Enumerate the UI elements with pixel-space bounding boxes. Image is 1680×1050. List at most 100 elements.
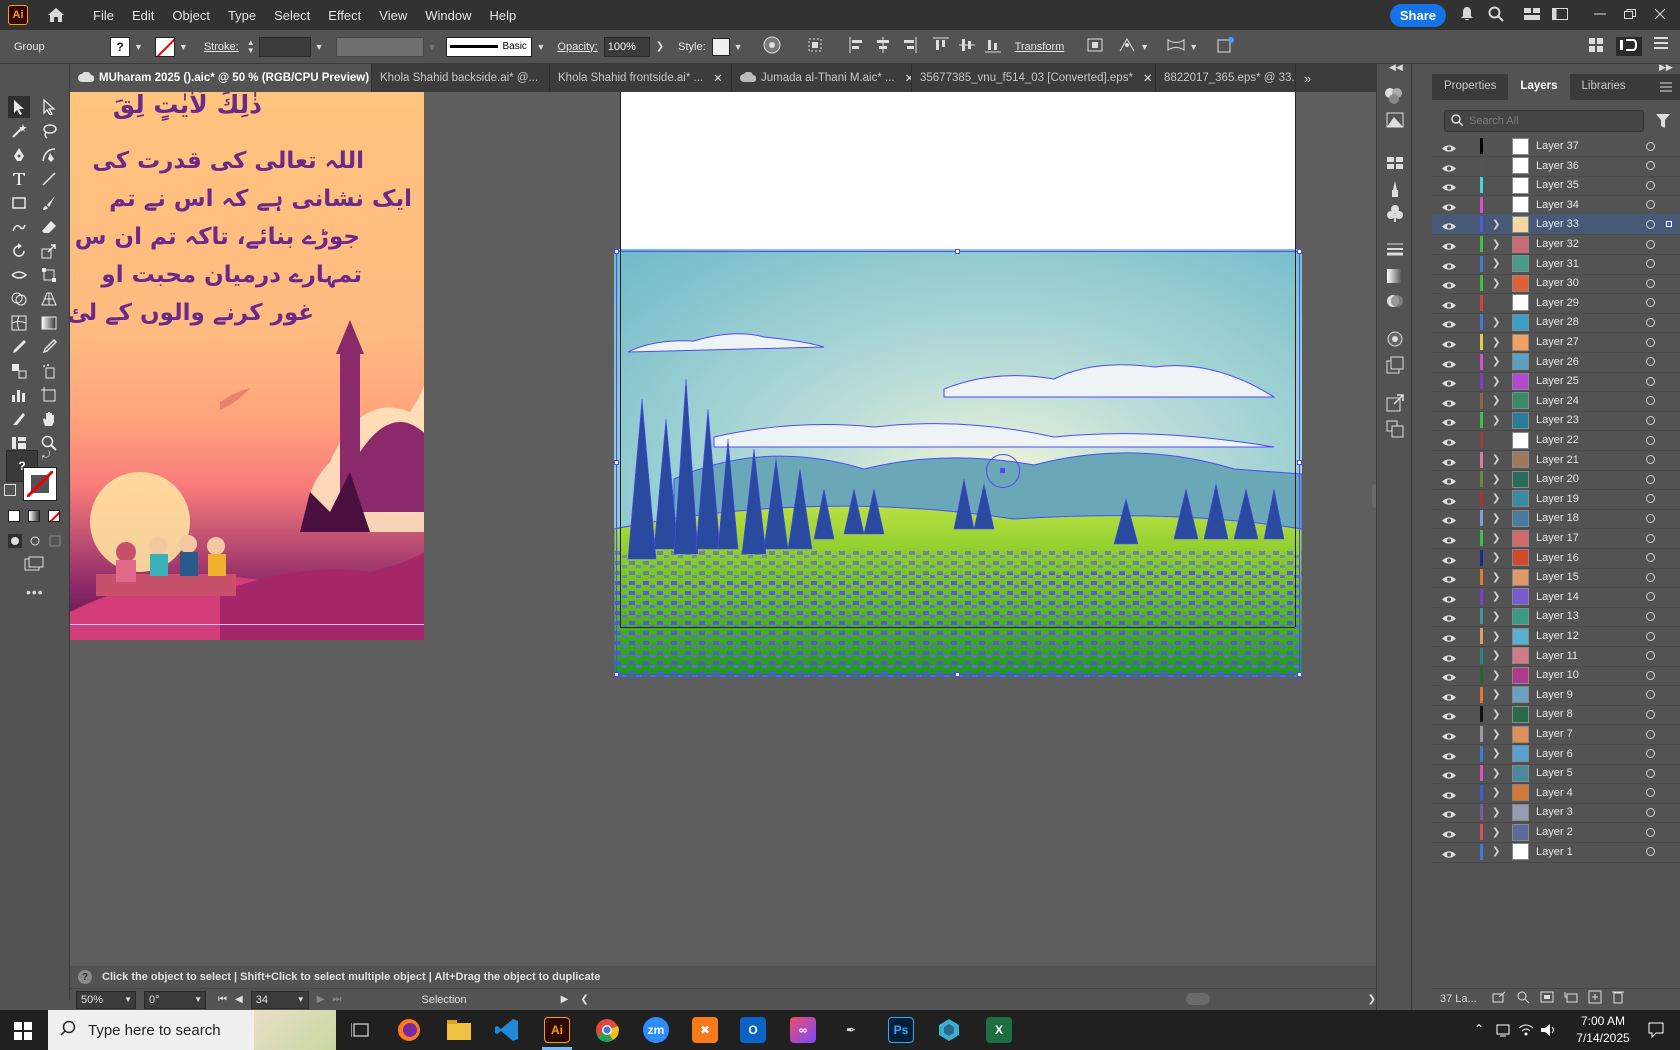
layer-name[interactable]: Layer 7 bbox=[1536, 728, 1573, 740]
visibility-eye-icon[interactable] bbox=[1442, 828, 1456, 838]
workspace-icon[interactable] bbox=[1552, 7, 1568, 23]
default-fill-stroke-icon[interactable] bbox=[4, 484, 16, 496]
context-bar-toggle-icon[interactable] bbox=[1616, 37, 1642, 56]
target-circle-icon[interactable] bbox=[1646, 768, 1655, 778]
layer-row[interactable]: ❯ Layer 6 bbox=[1432, 744, 1680, 765]
resize-handle[interactable] bbox=[955, 672, 960, 677]
expand-layer-icon[interactable]: ❯ bbox=[1492, 258, 1500, 269]
stroke-weight-input[interactable] bbox=[258, 36, 311, 57]
layer-row[interactable]: ❯ Layer 31 bbox=[1432, 254, 1680, 275]
appearance-icon[interactable] bbox=[1386, 330, 1404, 351]
menu-window[interactable]: Window bbox=[416, 8, 480, 23]
status-menu-icon[interactable]: ▶ bbox=[561, 994, 569, 1005]
align-center-icon[interactable] bbox=[875, 37, 891, 56]
align-top-icon[interactable] bbox=[932, 37, 949, 56]
visibility-eye-icon[interactable] bbox=[1442, 162, 1456, 172]
target-circle-icon[interactable] bbox=[1646, 788, 1655, 798]
expand-layer-icon[interactable]: ❯ bbox=[1492, 650, 1500, 661]
outlook-icon[interactable]: O bbox=[740, 1017, 766, 1043]
artboard-number-field[interactable]: 34 ▼ bbox=[250, 990, 309, 1009]
expand-layer-icon[interactable]: ❯ bbox=[1492, 709, 1500, 720]
visibility-eye-icon[interactable] bbox=[1442, 279, 1456, 289]
wifi-icon[interactable] bbox=[1518, 1022, 1534, 1041]
layer-row[interactable]: ❯ Layer 25 bbox=[1432, 371, 1680, 393]
restore-icon[interactable] bbox=[1624, 8, 1636, 22]
expand-layer-icon[interactable]: ❯ bbox=[1492, 395, 1500, 406]
recolor-icon[interactable] bbox=[1384, 86, 1404, 107]
expand-layer-icon[interactable]: ❯ bbox=[1492, 317, 1500, 328]
width-tool-icon[interactable] bbox=[8, 264, 30, 286]
draw-normal-icon[interactable] bbox=[8, 534, 22, 548]
swap-fill-stroke-icon[interactable]: ⤾ bbox=[42, 450, 50, 461]
lasso-tool-icon[interactable] bbox=[38, 120, 60, 142]
show-hidden-icons[interactable]: ⌃ bbox=[1474, 1022, 1484, 1036]
tab-properties[interactable]: Properties bbox=[1432, 72, 1508, 100]
target-circle-icon[interactable] bbox=[1646, 435, 1655, 445]
target-circle-icon[interactable] bbox=[1646, 455, 1655, 465]
expand-layer-icon[interactable]: ❯ bbox=[1492, 689, 1500, 700]
locate-object-icon[interactable] bbox=[1516, 990, 1530, 1007]
arrange-panels-icon[interactable] bbox=[1588, 37, 1604, 56]
measure-tool-icon[interactable] bbox=[38, 336, 60, 358]
creative-cloud-icon[interactable]: ∞ bbox=[790, 1017, 816, 1043]
layer-row[interactable]: ❯ Layer 8 bbox=[1432, 704, 1680, 726]
expand-layer-icon[interactable]: ❯ bbox=[1492, 474, 1500, 485]
layer-row[interactable]: ❯ Layer 17 bbox=[1432, 528, 1680, 549]
stroke-weight-stepper[interactable]: ▲ ▼ bbox=[247, 38, 255, 55]
firefox-icon[interactable] bbox=[396, 1017, 422, 1043]
layer-name[interactable]: Layer 17 bbox=[1536, 532, 1579, 544]
layer-name[interactable]: Layer 30 bbox=[1536, 277, 1579, 289]
line-segment-tool-icon[interactable] bbox=[38, 168, 60, 190]
curvature-tool-icon[interactable] bbox=[38, 144, 60, 166]
graphic-styles-icon[interactable] bbox=[1386, 356, 1404, 377]
landscape-group[interactable] bbox=[614, 249, 1302, 677]
target-circle-icon[interactable] bbox=[1646, 278, 1655, 288]
layer-name[interactable]: Layer 28 bbox=[1536, 316, 1579, 328]
expand-layer-icon[interactable]: ❯ bbox=[1492, 239, 1500, 250]
first-artboard-icon[interactable]: ⏮ bbox=[218, 994, 227, 1005]
expand-layer-icon[interactable]: ❯ bbox=[1492, 591, 1500, 602]
align-to-icon[interactable] bbox=[807, 37, 827, 56]
layer-name[interactable]: Layer 35 bbox=[1536, 179, 1579, 191]
layer-name[interactable]: Layer 5 bbox=[1536, 767, 1573, 779]
align-middle-icon[interactable] bbox=[958, 37, 975, 56]
target-circle-icon[interactable] bbox=[1646, 749, 1655, 759]
layer-name[interactable]: Layer 12 bbox=[1536, 630, 1579, 642]
selection-tool-icon[interactable] bbox=[8, 96, 30, 118]
layer-name[interactable]: Layer 33 bbox=[1536, 218, 1579, 230]
visibility-eye-icon[interactable] bbox=[1442, 710, 1456, 721]
target-circle-icon[interactable] bbox=[1646, 219, 1655, 229]
expand-layer-icon[interactable]: ❯ bbox=[1492, 552, 1500, 563]
target-circle-icon[interactable] bbox=[1646, 161, 1655, 171]
image-trace-icon[interactable] bbox=[1386, 112, 1404, 131]
visibility-eye-icon[interactable] bbox=[1442, 652, 1456, 662]
tab-document-2[interactable]: Khola Shahid backside.ai* @...✕ bbox=[372, 64, 550, 92]
gradient-panel-icon[interactable] bbox=[1386, 268, 1404, 287]
layer-row[interactable]: ❯ Layer 11 bbox=[1432, 646, 1680, 667]
expand-layer-icon[interactable]: ❯ bbox=[1492, 729, 1500, 740]
previous-artboard-icon[interactable]: ◀ bbox=[235, 994, 243, 1005]
menu-view[interactable]: View bbox=[370, 8, 416, 23]
rectangle-tool-icon[interactable] bbox=[8, 192, 30, 214]
scroll-right-icon[interactable]: ❯ bbox=[1368, 994, 1376, 1005]
home-icon[interactable] bbox=[46, 5, 66, 25]
expand-layer-icon[interactable]: ❯ bbox=[1492, 768, 1500, 779]
gradient-tool-icon[interactable] bbox=[38, 312, 60, 334]
canvas[interactable]: ذٰلِكَ لَاٰيٰتٍ لِقَ اللہ تعالی کی قدرت … bbox=[70, 92, 1376, 966]
menu-type[interactable]: Type bbox=[219, 8, 265, 23]
target-circle-icon[interactable] bbox=[1646, 631, 1655, 641]
visibility-eye-icon[interactable] bbox=[1442, 730, 1456, 740]
chevron-down-icon[interactable]: ▼ bbox=[315, 42, 324, 52]
rotate-tool-icon[interactable] bbox=[8, 240, 30, 262]
layer-name[interactable]: Layer 2 bbox=[1536, 826, 1573, 838]
menu-edit[interactable]: Edit bbox=[123, 8, 163, 23]
layer-row[interactable]: Layer 29 bbox=[1432, 293, 1680, 314]
chevron-down-icon[interactable]: ▼ bbox=[1140, 42, 1149, 52]
target-circle-icon[interactable] bbox=[1646, 827, 1655, 837]
target-circle-icon[interactable] bbox=[1646, 357, 1655, 367]
target-circle-icon[interactable] bbox=[1646, 611, 1655, 621]
resize-handle[interactable] bbox=[614, 249, 619, 254]
tab-document-6[interactable]: 8822017_365.eps* @ 33.3 bbox=[1156, 64, 1296, 92]
layer-row[interactable]: Layer 35 bbox=[1432, 175, 1680, 197]
visibility-eye-icon[interactable] bbox=[1442, 789, 1456, 799]
